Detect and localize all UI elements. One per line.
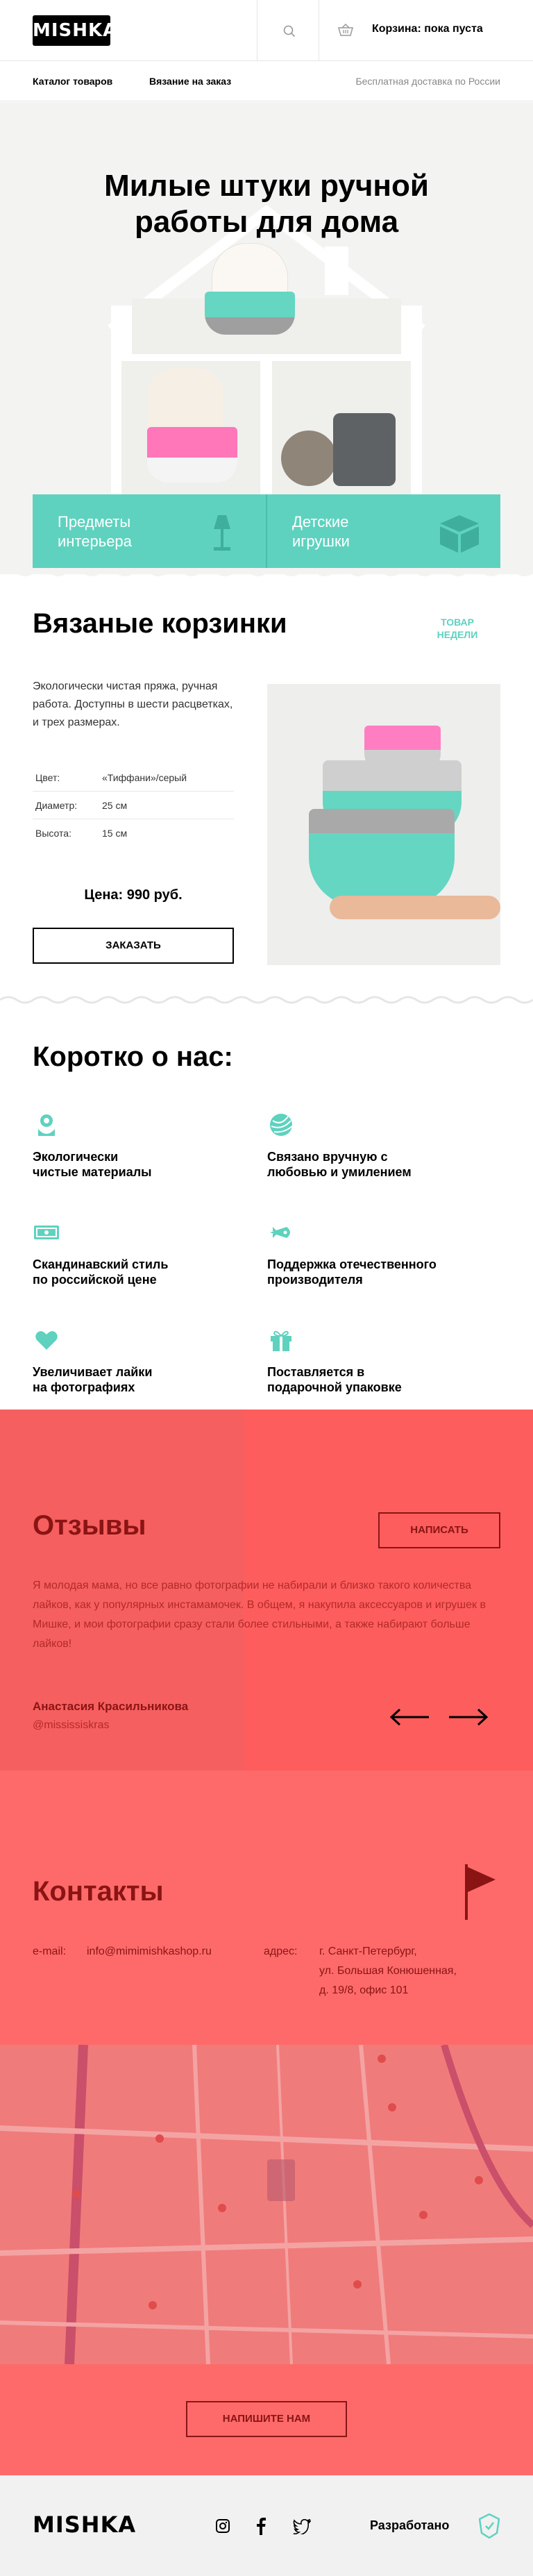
search-icon — [283, 25, 296, 37]
category-interior-label-2: интерьера — [58, 533, 132, 550]
category-interior-label-1: Предметы — [58, 513, 131, 530]
instagram-icon[interactable] — [215, 2518, 230, 2534]
review-text: Я молодая мама, но все равно фотографии … — [33, 1580, 486, 1650]
hero-title: Милые штуки ручной работы для дома — [104, 169, 429, 239]
hands-image — [330, 896, 500, 919]
category-tiles: Предметы интерьера Детские игрушки — [33, 494, 500, 569]
site-logo[interactable]: MISHKA — [33, 15, 117, 46]
developed-by-label: Разработано — [370, 2518, 450, 2532]
grey-pillow-image — [333, 413, 396, 486]
basket-large-image — [309, 809, 455, 906]
banknote-icon — [34, 1226, 59, 1239]
yarn-ball-icon — [270, 1114, 293, 1136]
basket-icon — [338, 23, 353, 36]
search-button[interactable] — [257, 0, 319, 61]
heart-icon — [35, 1331, 58, 1350]
reviews-title: Отзывы — [33, 1510, 146, 1541]
email-label: e-mail: — [33, 1946, 67, 1957]
cart-label: Корзина: пока пуста — [372, 23, 483, 35]
spec-row: Цвет: «Тиффани»/серый — [33, 764, 234, 792]
rocket-icon — [270, 1227, 290, 1238]
spec-row: Высота: 15 см — [35, 828, 128, 839]
review-author-handle: @mississiskras — [33, 1719, 110, 1731]
product-price: Цена: 990 руб. — [84, 887, 183, 903]
product-of-week-tag: ТОВАР НЕДЕЛИ — [437, 617, 478, 640]
about-title: Коротко о нас: — [33, 1042, 233, 1072]
contacts-title: Контакты — [33, 1876, 164, 1907]
location-map[interactable] — [0, 2045, 533, 2364]
address-label: адрес: — [264, 1946, 298, 1957]
teddy-bear-image — [281, 430, 337, 486]
product-specs: Цвет: «Тиффани»/серый Диаметр: 25 см Выс… — [33, 764, 234, 847]
main-nav: Каталог товаров Вязание на заказ Бесплат… — [0, 61, 533, 101]
order-button[interactable]: ЗАКАЗАТЬ — [33, 928, 234, 964]
wave-divider-product — [0, 996, 533, 1004]
next-review-arrow-icon[interactable] — [448, 1707, 489, 1728]
htmlacademy-logo-icon[interactable] — [479, 2514, 500, 2539]
wave-divider-hero — [0, 568, 533, 576]
address-value: г. Санкт-Петербург, ул. Большая Конюшенн… — [319, 1946, 457, 1996]
gift-icon — [271, 1330, 291, 1351]
category-toys-label-1: Детские — [292, 513, 349, 530]
twitter-icon[interactable] — [293, 2519, 311, 2534]
footer-logo[interactable]: MISHKA — [33, 2511, 136, 2538]
review-author: Анастасия Красильникова — [33, 1700, 189, 1713]
cart-button[interactable]: Корзина: пока пуста — [319, 0, 533, 61]
product-description: Экологически чистая пряжа, ручная работа… — [33, 680, 233, 728]
site-footer: MISHKA Разработано — [0, 2475, 533, 2576]
category-toys-tile[interactable]: Детские игрушки — [267, 494, 501, 569]
email-link[interactable]: info@mimimishkashop.ru — [87, 1942, 212, 1962]
mint-basket-image — [205, 292, 295, 335]
category-toys-label-2: игрушки — [292, 533, 350, 550]
map-streets — [0, 2045, 533, 2364]
product-title: Вязаные корзинки — [33, 608, 287, 639]
free-shipping-note: Бесплатная доставка по России — [355, 76, 500, 87]
category-interior-tile[interactable]: Предметы интерьера — [33, 494, 266, 569]
prev-review-arrow-icon[interactable] — [389, 1707, 430, 1728]
facebook-icon[interactable] — [255, 2517, 266, 2535]
lamp-icon — [214, 515, 230, 551]
toy-cube-icon — [440, 515, 479, 553]
write-us-button[interactable]: НАПИШИТЕ НАМ — [186, 2401, 347, 2437]
pink-basket-image — [147, 427, 237, 483]
nav-catalog-link[interactable]: Каталог товаров — [33, 76, 112, 87]
spec-row: Диаметр: 25 см — [33, 792, 234, 819]
site-header: MISHKA Корзина: пока пуста — [0, 0, 533, 61]
flag-icon — [465, 1864, 496, 1920]
write-review-button[interactable]: НАПИСАТЬ — [378, 1512, 500, 1548]
nav-custom-knitting-link[interactable]: Вязание на заказ — [149, 76, 231, 87]
flower-icon — [38, 1114, 55, 1136]
product-photo — [267, 684, 500, 965]
